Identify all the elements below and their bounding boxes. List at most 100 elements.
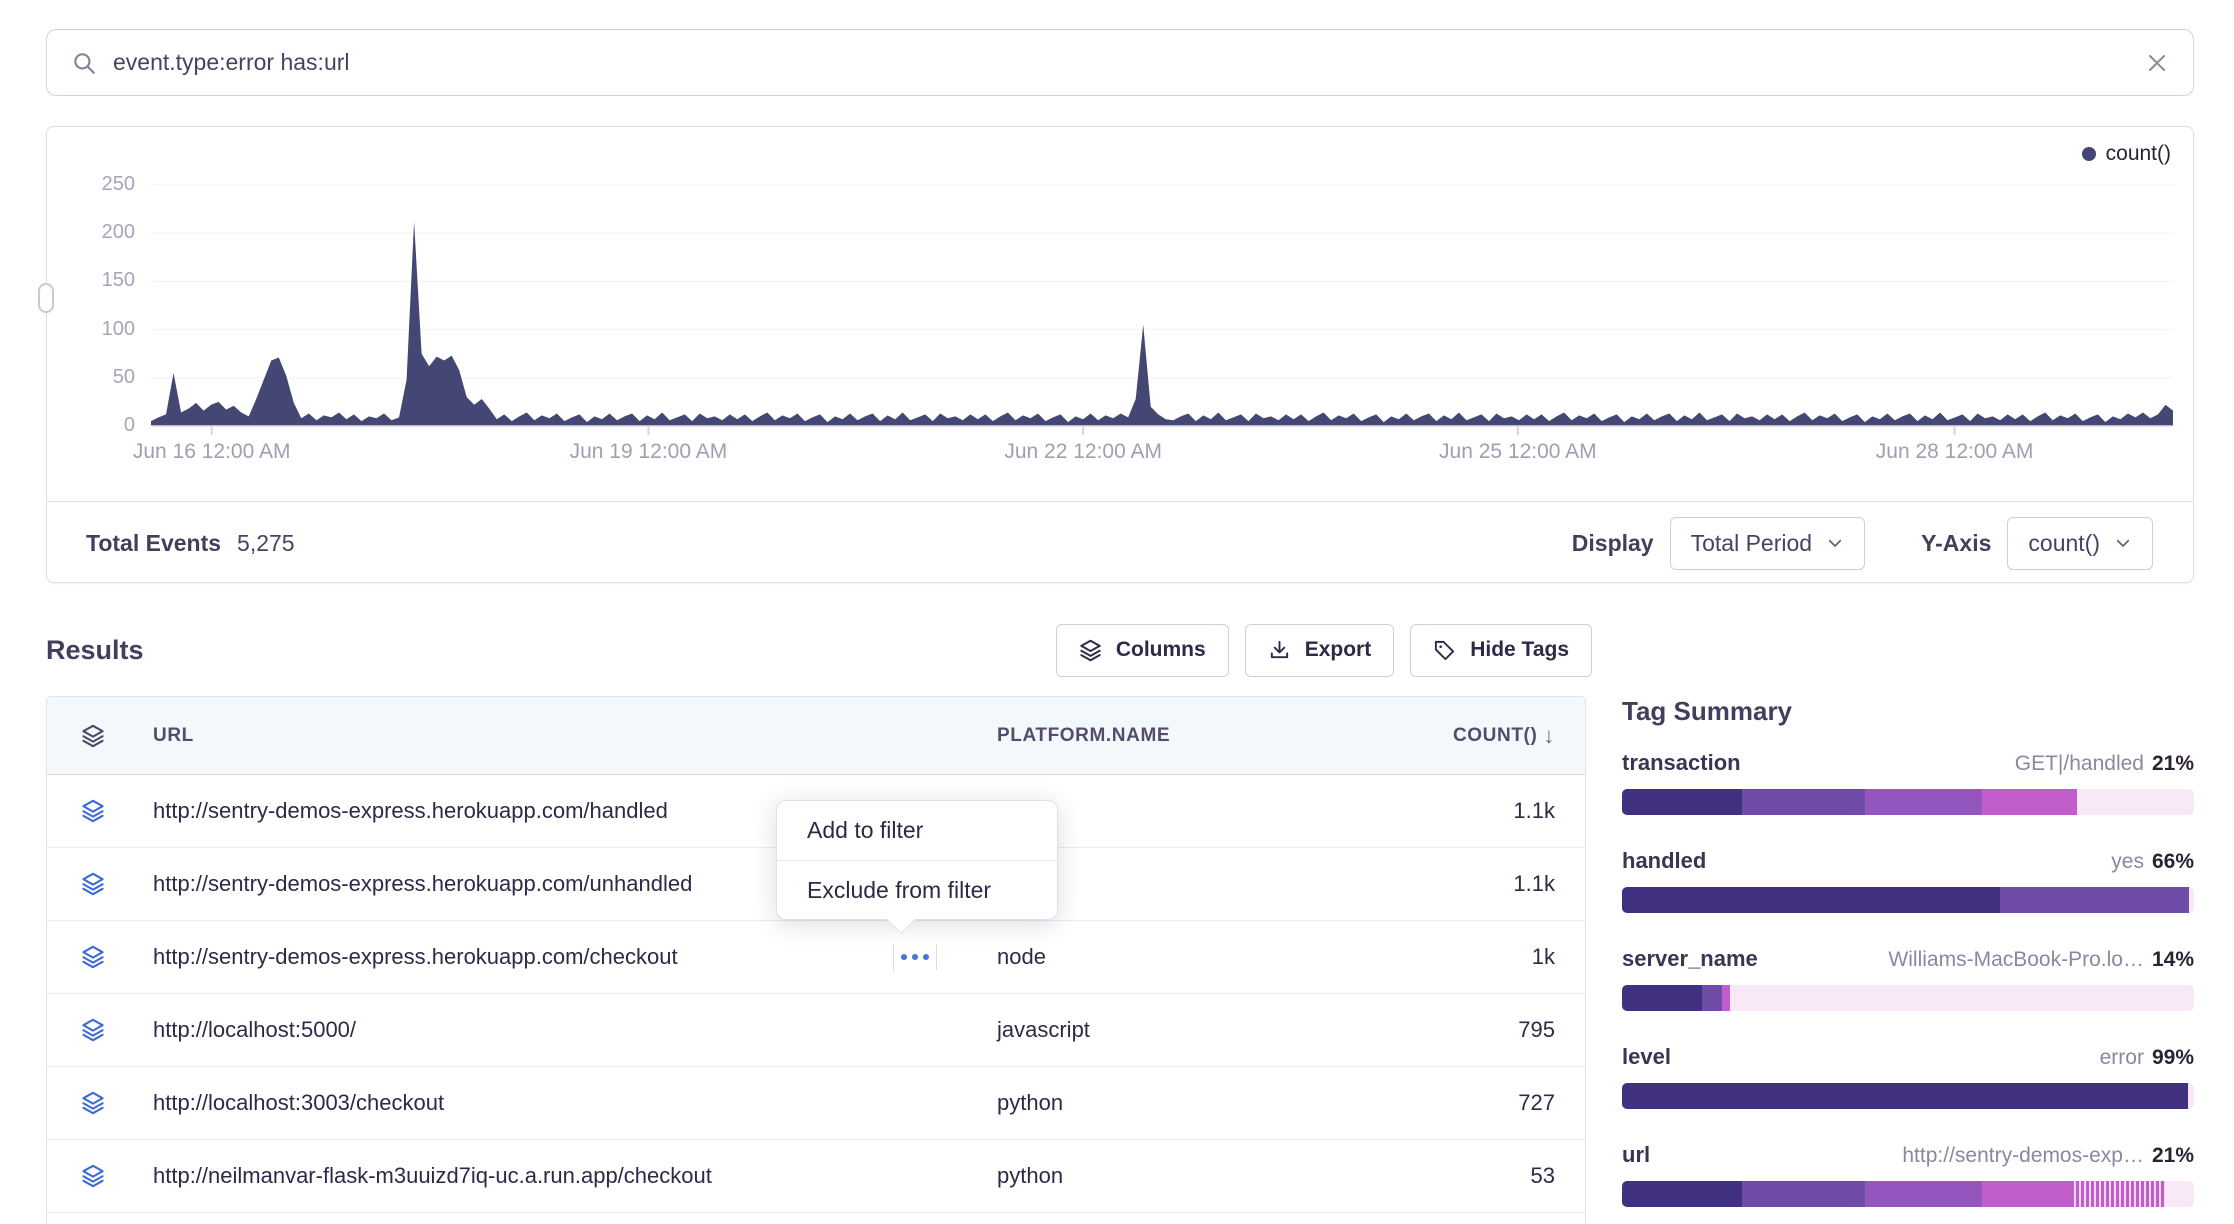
yaxis-dropdown-value: count() <box>2028 530 2100 557</box>
y-axis-tick: 150 <box>47 269 135 292</box>
platform-cell[interactable]: javascript <box>987 1017 1417 1043</box>
count-cell[interactable]: 53 <box>1417 1163 1585 1189</box>
columns-button[interactable]: Columns <box>1056 624 1229 677</box>
tag-bar-segment[interactable] <box>1622 1083 2188 1109</box>
url-text: http://localhost:5000/ <box>153 1017 356 1042</box>
tag-distribution-bar[interactable] <box>1622 887 2194 913</box>
platform-cell[interactable]: python <box>987 1163 1417 1189</box>
tag-bar-segment[interactable] <box>1622 1181 1742 1207</box>
tag-summary-title: Tag Summary <box>1622 696 2194 726</box>
tag-block-level: level error 99% <box>1622 1044 2194 1109</box>
table-row[interactable]: http://sentry-demos-express.herokuapp.co… <box>47 921 1585 994</box>
y-axis-tick: 50 <box>47 366 135 389</box>
table-row[interactable]: http://neilmanvar-flask-m3uuizd7iq-uc.a.… <box>47 1140 1585 1213</box>
count-cell[interactable]: 727 <box>1417 1090 1585 1116</box>
tag-name: transaction <box>1622 750 1741 776</box>
tag-bar-segment[interactable] <box>1622 789 1742 815</box>
y-axis-tick: 200 <box>47 221 135 244</box>
tag-name: server_name <box>1622 946 1758 972</box>
clear-search-icon[interactable] <box>2145 51 2169 75</box>
y-axis-tick: 0 <box>47 414 135 437</box>
tag-bar-segment[interactable] <box>1730 985 2194 1011</box>
cell-action-menu: Add to filter Exclude from filter <box>776 800 1058 920</box>
count-cell[interactable]: 1.1k <box>1417 871 1585 897</box>
tag-bar-segment[interactable] <box>1622 887 2000 913</box>
x-axis-tick: Jun 25 12:00 AM <box>1439 440 1597 464</box>
x-axis-tick: Jun 22 12:00 AM <box>1004 440 1162 464</box>
tag-distribution-bar[interactable] <box>1622 1083 2194 1109</box>
display-dropdown[interactable]: Total Period <box>1670 517 1865 570</box>
tag-top-value: error <box>2100 1046 2144 1070</box>
tag-bar-segment[interactable] <box>2188 1083 2194 1109</box>
total-events-value: 5,275 <box>237 530 295 557</box>
url-cell[interactable]: http://localhost:3003/checkout <box>111 1090 987 1116</box>
tag-name: level <box>1622 1044 1671 1070</box>
url-cell[interactable]: http://sentry-demos-express.herokuapp.co… <box>111 944 987 970</box>
cell-actions-ellipsis-button[interactable] <box>893 944 937 970</box>
search-input[interactable] <box>113 49 2145 76</box>
chevron-down-icon <box>2114 534 2132 552</box>
tag-bar-segment[interactable] <box>2071 1181 2165 1207</box>
tag-bar-segment[interactable] <box>2165 1181 2194 1207</box>
count-cell[interactable]: 1.1k <box>1417 798 1585 824</box>
tag-bar-segment[interactable] <box>1622 985 1702 1011</box>
url-text: http://sentry-demos-express.herokuapp.co… <box>153 944 678 969</box>
menu-item-add-to-filter[interactable]: Add to filter <box>777 801 1057 860</box>
tag-distribution-bar[interactable] <box>1622 1181 2194 1207</box>
tag-bar-segment[interactable] <box>1722 985 1729 1011</box>
count-cell[interactable]: 795 <box>1417 1017 1585 1043</box>
chevron-down-icon <box>1826 534 1844 552</box>
column-header-url[interactable]: URL <box>111 725 987 747</box>
display-label: Display <box>1572 530 1654 557</box>
tag-block-server_name: server_nameWilliams-MacBook-Pro.lo…14% <box>1622 946 2194 1011</box>
layers-icon <box>1079 639 1102 662</box>
hide-tags-button[interactable]: Hide Tags <box>1410 624 1592 677</box>
table-row[interactable]: http://localhost:5000/javascript795 <box>47 994 1585 1067</box>
count-cell[interactable]: 1k <box>1417 944 1585 970</box>
yaxis-dropdown[interactable]: count() <box>2007 517 2153 570</box>
tag-bar-segment[interactable] <box>2000 887 2190 913</box>
tag-bar-segment[interactable] <box>2189 887 2194 913</box>
tag-bar-segment[interactable] <box>1865 789 1982 815</box>
tag-block-transaction: transactionGET|/handled21% <box>1622 750 2194 815</box>
tag-list: transactionGET|/handled21% handledyes66% s… <box>1622 750 2194 1224</box>
url-cell[interactable]: http://neilmanvar-flask-m3uuizd7iq-uc.a.… <box>111 1163 987 1189</box>
column-header-count[interactable]: COUNT() ↓ <box>1417 723 1585 749</box>
tag-distribution-bar[interactable] <box>1622 985 2194 1011</box>
table-row[interactable]: http://localhost:3003/checkoutpython727 <box>47 1067 1585 1140</box>
tag-bar-segment[interactable] <box>1742 1181 1865 1207</box>
tag-bar-segment[interactable] <box>1982 789 2076 815</box>
tag-distribution-bar[interactable] <box>1622 789 2194 815</box>
menu-item-exclude-from-filter[interactable]: Exclude from filter <box>777 860 1057 919</box>
tag-bar-segment[interactable] <box>2077 789 2194 815</box>
layers-icon <box>81 1018 105 1042</box>
area-chart-plot[interactable] <box>151 175 2173 435</box>
tag-bar-segment[interactable] <box>1742 789 1865 815</box>
tag-bar-segment[interactable] <box>1702 985 1722 1011</box>
row-layers-icon-cell <box>47 799 111 823</box>
discover-page: count() 050100150200250 Jun 16 12:00 AMJ… <box>0 0 2234 1224</box>
tag-bar-segment[interactable] <box>1982 1181 2071 1207</box>
export-button-label: Export <box>1305 638 1372 662</box>
tag-top-percent: 99% <box>2152 1046 2194 1070</box>
row-layers-icon-cell <box>47 1018 111 1042</box>
search-bar <box>46 29 2194 96</box>
y-axis-tick: 100 <box>47 318 135 341</box>
row-layers-icon-cell <box>47 872 111 896</box>
hide-tags-button-label: Hide Tags <box>1470 638 1569 662</box>
url-cell[interactable]: http://localhost:5000/ <box>111 1017 987 1043</box>
tag-block-url: urlhttp://sentry-demos-exp…21% <box>1622 1142 2194 1207</box>
export-button[interactable]: Export <box>1245 624 1395 677</box>
tag-bar-segment[interactable] <box>1865 1181 1982 1207</box>
tag-head: urlhttp://sentry-demos-exp…21% <box>1622 1142 2194 1168</box>
platform-cell[interactable]: node <box>987 944 1417 970</box>
column-header-platform[interactable]: PLATFORM.NAME <box>987 725 1417 747</box>
x-axis-tick: Jun 19 12:00 AM <box>570 440 728 464</box>
chart-legend[interactable]: count() <box>47 127 2193 167</box>
platform-cell[interactable]: python <box>987 1090 1417 1116</box>
tag-summary-panel: Tag Summary transactionGET|/handled21% ha… <box>1622 696 2194 1224</box>
tag-top-value: yes <box>2111 850 2144 874</box>
tag-block-handled: handledyes66% <box>1622 848 2194 913</box>
columns-button-label: Columns <box>1116 638 1206 662</box>
legend-series-dot <box>2082 147 2096 161</box>
